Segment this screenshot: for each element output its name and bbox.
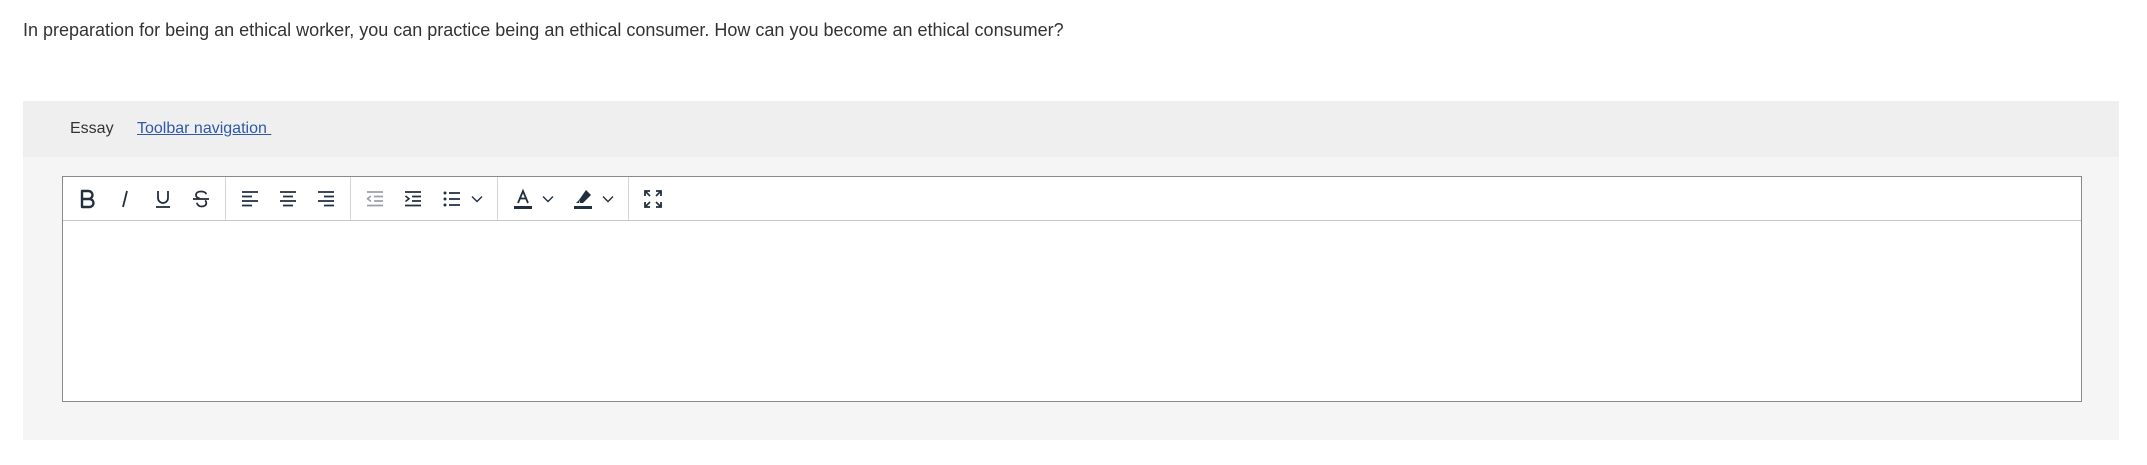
- chevron-down-icon: [471, 195, 483, 202]
- align-left-icon: [242, 190, 258, 206]
- essay-text-area[interactable]: [63, 221, 2081, 401]
- text-color-icon: [514, 188, 532, 209]
- align-center-button[interactable]: [271, 182, 305, 216]
- align-right-icon: [318, 190, 334, 206]
- bold-button[interactable]: [70, 182, 104, 216]
- indent-list-group: [351, 177, 498, 220]
- strikethrough-button[interactable]: [184, 182, 218, 216]
- highlight-color-icon: [574, 189, 592, 209]
- highlight-color-button[interactable]: [565, 182, 621, 216]
- outdent-icon: [366, 190, 383, 206]
- align-right-button[interactable]: [309, 182, 343, 216]
- essay-title: Essay: [70, 120, 114, 137]
- outdent-button[interactable]: [358, 182, 392, 216]
- question-text: In preparation for being an ethical work…: [23, 20, 1064, 40]
- underline-button[interactable]: [146, 182, 180, 216]
- chevron-down-icon: [602, 195, 614, 202]
- view-group: [629, 177, 677, 220]
- italic-icon: [122, 190, 128, 207]
- underline-icon: [156, 190, 170, 208]
- chevron-down-icon: [542, 195, 554, 202]
- italic-button[interactable]: [108, 182, 142, 216]
- text-color-button[interactable]: [505, 182, 561, 216]
- essay-panel: Essay Toolbar navigation: [23, 101, 2119, 440]
- color-group: [498, 177, 629, 220]
- strikethrough-icon: [193, 190, 209, 207]
- align-left-button[interactable]: [233, 182, 267, 216]
- bullet-list-button[interactable]: [434, 182, 490, 216]
- alignment-group: [226, 177, 351, 220]
- indent-icon: [405, 190, 421, 206]
- toolbar-navigation-link[interactable]: Toolbar navigation: [137, 119, 271, 139]
- bullet-list-icon: [443, 191, 460, 206]
- fullscreen-button[interactable]: [636, 182, 670, 216]
- bold-icon: [80, 189, 95, 208]
- format-group: [63, 177, 226, 220]
- indent-button[interactable]: [396, 182, 430, 216]
- align-center-icon: [280, 190, 296, 206]
- rich-text-editor: [62, 176, 2082, 402]
- fullscreen-icon: [644, 189, 662, 208]
- essay-header: Essay Toolbar navigation: [23, 101, 2119, 157]
- editor-toolbar: [63, 177, 2081, 221]
